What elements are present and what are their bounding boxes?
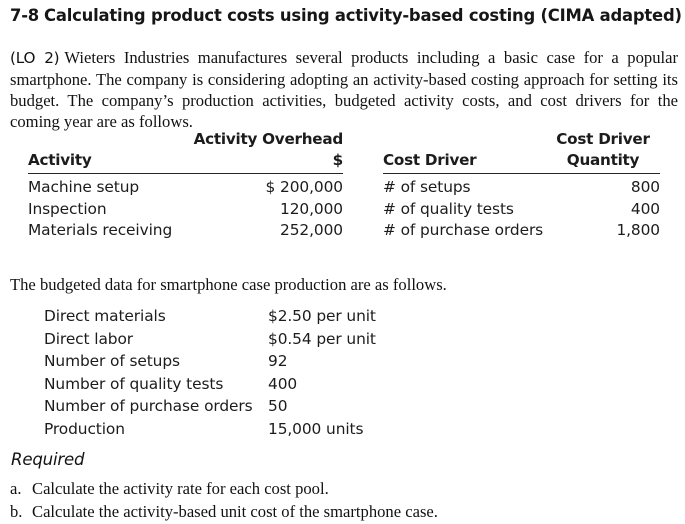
required-item: b. Calculate the activity-based unit cost… (10, 501, 670, 524)
cell-quantity: 400 (630, 199, 660, 218)
problem-intro-text: Wieters Industries manufactures several … (10, 47, 678, 132)
header-cost-driver-quantity-line1: Cost Driver (556, 130, 650, 148)
budget-value: 92 (268, 352, 288, 371)
problem-title: Calculating product costs using activity… (44, 6, 682, 25)
list-item: Number of purchase orders 50 (44, 395, 474, 418)
problem-number: 7-8 (10, 6, 40, 25)
list-item: Direct materials $2.50 per unit (44, 305, 474, 328)
header-cost-driver-label: Cost Driver (382, 150, 546, 174)
cell-quantity: 800 (630, 178, 660, 196)
cell-overhead: $ 200,000 (265, 178, 344, 196)
required-item-text: Calculate the activity rate for each cos… (32, 479, 329, 498)
problem-heading: 7-8 Calculating product costs using activ… (10, 6, 682, 25)
problem-intro-paragraph: (LO 2) Wieters Industries manufactures se… (10, 47, 678, 133)
list-item: Direct labor $0.54 per unit (44, 328, 474, 351)
learning-objective-tag: (LO 2) (10, 48, 60, 67)
cell-activity: Materials receiving (28, 221, 173, 239)
list-item: Production 15,000 units (44, 418, 474, 441)
budget-value: $2.50 per unit (268, 307, 376, 325)
cell-activity: Machine setup (28, 178, 140, 196)
header-cost-driver-quantity-line2: Quantity (546, 150, 660, 174)
cell-overhead: 252,000 (280, 221, 343, 239)
cell-overhead: 120,000 (280, 199, 343, 218)
cell-quantity: 1,800 (616, 221, 660, 239)
list-item: Number of quality tests 400 (44, 373, 474, 396)
list-item: Number of setups 92 (44, 350, 474, 373)
required-item-text: Calculate the activity-based unit cost o… (32, 501, 438, 521)
header-activity-label: Activity (28, 150, 183, 174)
cell-activity: Inspection (28, 199, 107, 218)
required-items-list: a. Calculate the activity rate for each c… (10, 478, 670, 523)
table-header-row: Activity Activity Overhead $ Cost Driver… (28, 129, 668, 176)
budgeted-data-list: Direct materials $2.50 per unit Direct l… (44, 305, 474, 441)
budget-label: Direct materials (44, 307, 166, 325)
budget-value: $0.54 per unit (268, 329, 376, 348)
table-row: Inspection 120,000 # of quality tests 40… (28, 198, 668, 220)
cell-cost-driver: # of quality tests (382, 199, 514, 218)
budget-label: Number of quality tests (44, 374, 224, 393)
budget-intro-text: The budgeted data for smartphone case pr… (10, 274, 447, 294)
cell-cost-driver: # of purchase orders (382, 221, 544, 239)
table-row: Machine setup $ 200,000 # of setups 800 (28, 176, 668, 198)
budget-label: Direct labor (44, 329, 133, 348)
required-item-marker: a. (10, 479, 22, 498)
required-item: a. Calculate the activity rate for each c… (10, 478, 670, 501)
header-activity-overhead: Activity Overhead $ (182, 129, 355, 176)
budget-value: 15,000 units (268, 419, 364, 438)
activity-cost-driver-table: Activity Activity Overhead $ Cost Driver… (28, 129, 668, 241)
cell-cost-driver: # of setups (382, 178, 471, 196)
required-item-marker: b. (10, 501, 23, 521)
header-cost-driver-quantity: Cost Driver Quantity (546, 129, 668, 176)
budget-value: 400 (268, 374, 298, 393)
budget-label: Number of setups (44, 352, 180, 371)
budget-label: Production (44, 419, 125, 438)
table-row: Materials receiving 252,000 # of purchas… (28, 219, 668, 241)
header-activity: Activity (28, 129, 183, 176)
header-cost-driver: Cost Driver (355, 129, 546, 176)
budget-value: 50 (268, 397, 288, 416)
required-heading: Required (11, 450, 85, 469)
budget-label: Number of purchase orders (44, 397, 253, 416)
header-activity-overhead-label: Activity Overhead $ (182, 129, 343, 174)
